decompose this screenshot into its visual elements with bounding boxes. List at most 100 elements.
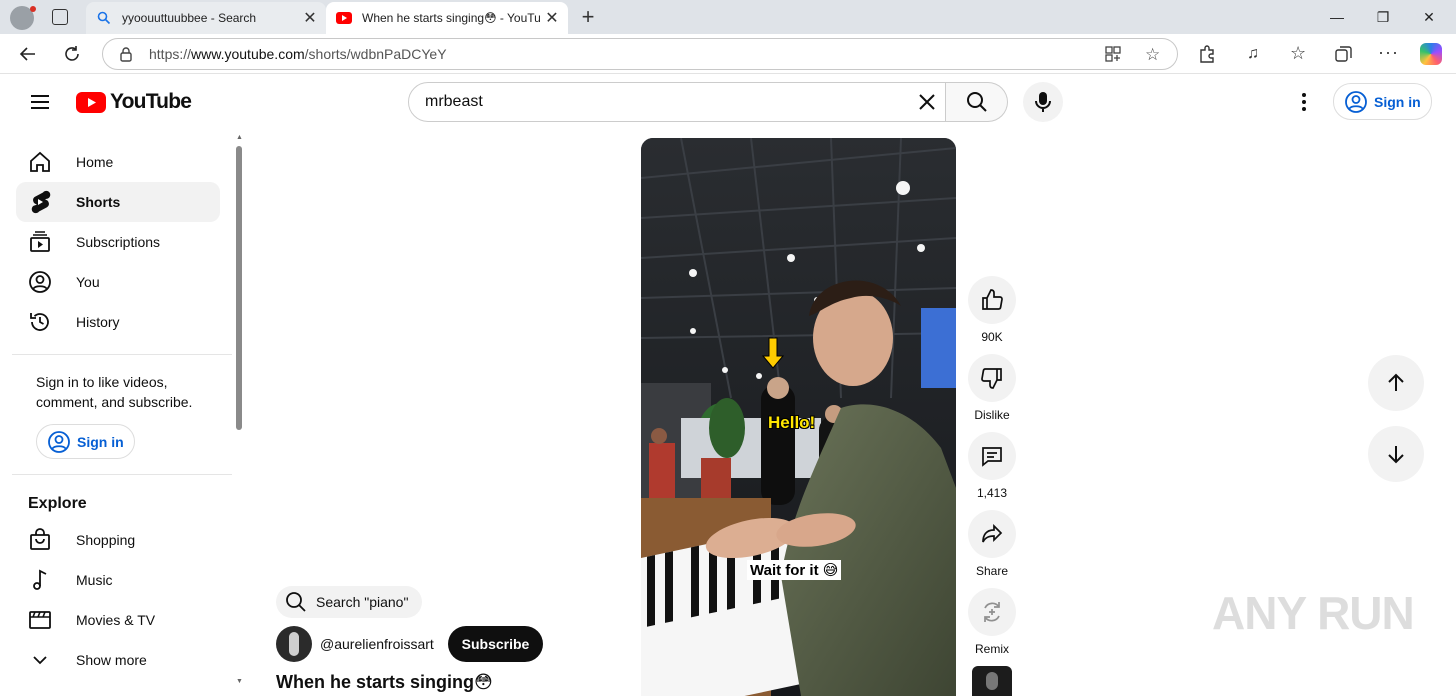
like-action: 90K bbox=[968, 276, 1016, 344]
voice-search-button[interactable] bbox=[1023, 82, 1063, 122]
close-tab-icon[interactable]: ✕ bbox=[542, 8, 562, 28]
watermark-text: ANY RUN bbox=[1212, 587, 1415, 639]
previous-video-button[interactable] bbox=[1368, 355, 1424, 411]
url-text: https://www.youtube.com/shorts/wdbnPaDCY… bbox=[149, 46, 447, 62]
thumbs-down-icon bbox=[981, 368, 1002, 389]
arrow-down-icon bbox=[1388, 446, 1404, 464]
lock-icon[interactable] bbox=[119, 47, 133, 65]
youtube-favicon-icon bbox=[336, 10, 352, 26]
shorts-icon bbox=[28, 190, 52, 214]
sidebar-item-home[interactable]: Home bbox=[16, 142, 220, 182]
dislike-action: Dislike bbox=[968, 354, 1016, 422]
scroll-up-arrow[interactable]: ▲ bbox=[236, 134, 243, 141]
sidebar-item-label: Show more bbox=[76, 652, 147, 668]
remix-button[interactable] bbox=[968, 588, 1016, 636]
close-window-button[interactable]: ✕ bbox=[1406, 0, 1452, 34]
dislike-button[interactable] bbox=[968, 354, 1016, 402]
header-signin-button[interactable]: Sign in bbox=[1333, 83, 1432, 120]
address-bar: https://www.youtube.com/shorts/wdbnPaDCY… bbox=[0, 34, 1456, 74]
sidebar-item-show-more[interactable]: Show more bbox=[16, 640, 220, 680]
browser-tab-bar: yyoouuttuubbee - Search ✕ When he starts… bbox=[0, 0, 1456, 34]
explore-heading: Explore bbox=[28, 495, 87, 512]
dislike-label: Dislike bbox=[974, 408, 1010, 422]
sidebar-item-label: Shorts bbox=[76, 194, 121, 210]
copilot-icon[interactable] bbox=[1420, 43, 1442, 65]
comments-button[interactable] bbox=[968, 432, 1016, 480]
profile-avatar[interactable] bbox=[10, 6, 36, 30]
share-action: Share bbox=[968, 510, 1016, 578]
sidebar-item-label: Movies & TV bbox=[76, 612, 156, 628]
settings-menu-icon[interactable] bbox=[1292, 90, 1316, 114]
scroll-down-arrow[interactable]: ▼ bbox=[236, 678, 243, 685]
apps-icon[interactable] bbox=[1105, 46, 1121, 65]
video-caption-hello: Hello! bbox=[768, 413, 816, 432]
next-video-button[interactable] bbox=[1368, 426, 1424, 482]
clear-search-icon[interactable] bbox=[917, 92, 937, 112]
tab-youtube[interactable]: When he starts singing😳 - YouTu ✕ bbox=[326, 2, 568, 34]
read-aloud-icon[interactable]: ♫ bbox=[1247, 45, 1259, 63]
refresh-button[interactable] bbox=[57, 39, 87, 69]
chevron-down-icon bbox=[28, 648, 52, 672]
search-input[interactable]: mrbeast bbox=[408, 82, 946, 122]
favorite-star-icon[interactable]: ☆ bbox=[1145, 45, 1160, 65]
sidebar-item-history[interactable]: History bbox=[16, 302, 220, 342]
search-icon bbox=[284, 590, 308, 614]
shorts-video-player[interactable]: Hello! Wait for it 😅 bbox=[641, 138, 956, 696]
back-button[interactable] bbox=[13, 39, 43, 69]
minimize-button[interactable]: — bbox=[1314, 0, 1360, 34]
menu-icon[interactable] bbox=[26, 88, 54, 116]
collections-icon[interactable] bbox=[1335, 46, 1352, 68]
sidebar-item-you[interactable]: You bbox=[16, 262, 220, 302]
scrollbar-thumb[interactable] bbox=[236, 146, 242, 430]
subscriptions-icon bbox=[28, 230, 52, 254]
tab-actions-icon[interactable] bbox=[52, 9, 68, 25]
channel-name[interactable]: @aurelienfroissart bbox=[320, 636, 434, 652]
url-field[interactable]: https://www.youtube.com/shorts/wdbnPaDCY… bbox=[102, 38, 1178, 70]
sidebar: Home Shorts Subscriptions You History Si… bbox=[0, 134, 234, 696]
close-tab-icon[interactable]: ✕ bbox=[300, 8, 320, 28]
search-icon bbox=[966, 92, 987, 112]
you-icon bbox=[28, 270, 52, 294]
new-tab-button[interactable]: + bbox=[576, 4, 600, 30]
signin-label: Sign in bbox=[77, 433, 124, 450]
remix-icon bbox=[984, 602, 1000, 622]
tab-search[interactable]: yyoouuttuubbee - Search ✕ bbox=[86, 2, 326, 34]
subscribe-button[interactable]: Subscribe bbox=[448, 626, 543, 662]
comments-action: 1,413 bbox=[968, 432, 1016, 500]
channel-avatar[interactable] bbox=[276, 626, 312, 662]
comment-count: 1,413 bbox=[976, 486, 1008, 500]
sidebar-item-shorts[interactable]: Shorts bbox=[16, 182, 220, 222]
sidebar-item-label: Home bbox=[76, 154, 114, 170]
sidebar-item-label: Subscriptions bbox=[76, 234, 161, 250]
restore-button[interactable]: ❐ bbox=[1360, 0, 1406, 34]
remix-action: Remix bbox=[968, 588, 1016, 656]
share-button[interactable] bbox=[968, 510, 1016, 558]
search-icon bbox=[96, 10, 112, 26]
extensions-icon[interactable] bbox=[1198, 45, 1216, 68]
share-label: Share bbox=[975, 564, 1009, 578]
logo-text: YouTube bbox=[110, 90, 192, 113]
more-options-icon[interactable]: ··· bbox=[1378, 42, 1399, 63]
sidebar-item-subscriptions[interactable]: Subscriptions bbox=[16, 222, 220, 262]
video-title[interactable]: When he starts singing😳 bbox=[276, 672, 493, 693]
search-button[interactable] bbox=[946, 82, 1008, 122]
like-button[interactable] bbox=[968, 276, 1016, 324]
history-icon bbox=[28, 310, 52, 334]
music-icon bbox=[28, 568, 52, 592]
home-icon bbox=[28, 150, 52, 174]
signin-label: Sign in bbox=[1374, 93, 1421, 110]
sidebar-signin-button[interactable]: Sign in bbox=[36, 424, 135, 459]
sidebar-item-label: Shopping bbox=[76, 532, 136, 548]
account-icon bbox=[48, 430, 70, 453]
thumbs-up-icon bbox=[982, 289, 1003, 310]
sidebar-item-music[interactable]: Music bbox=[16, 560, 220, 600]
audio-thumbnail[interactable] bbox=[972, 666, 1012, 696]
sidebar-item-label: History bbox=[76, 314, 120, 330]
shopping-icon bbox=[28, 528, 52, 552]
favorites-icon[interactable]: ☆ bbox=[1290, 43, 1306, 64]
search-suggestion-chip[interactable]: Search "piano" bbox=[276, 586, 423, 618]
sidebar-item-shopping[interactable]: Shopping bbox=[16, 520, 220, 560]
youtube-logo[interactable]: YouTube bbox=[76, 90, 192, 114]
sidebar-item-movies[interactable]: Movies & TV bbox=[16, 600, 220, 640]
youtube-play-icon bbox=[76, 91, 106, 113]
